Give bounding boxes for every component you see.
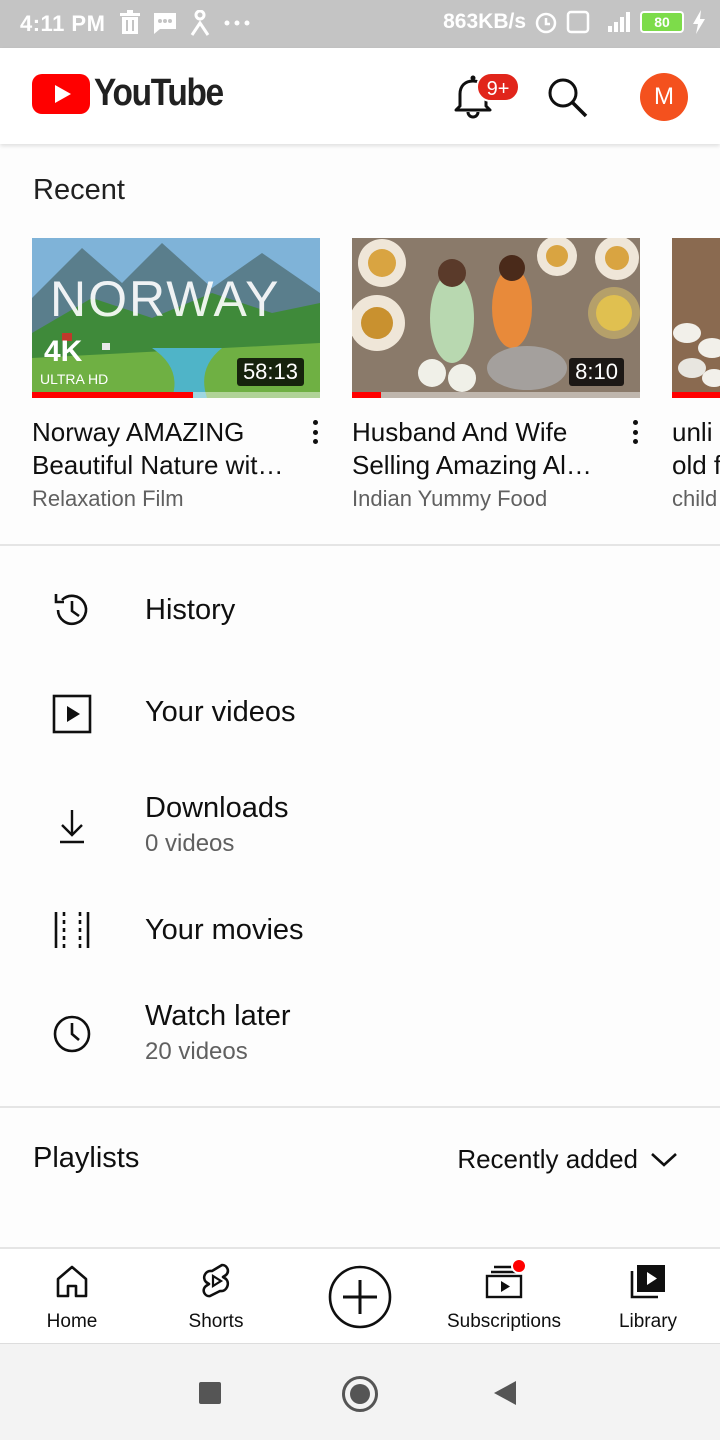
notification-badge: 9+	[476, 72, 520, 102]
recents-button[interactable]	[199, 1382, 221, 1404]
nav-label: Home	[46, 1311, 98, 1332]
library-item-label: Your movies	[145, 914, 304, 946]
search-icon[interactable]	[546, 76, 588, 118]
play-square-icon	[52, 694, 92, 734]
video-title-line2: Beautiful Nature wit…	[32, 450, 284, 480]
chevron-down-icon	[651, 1152, 677, 1167]
youtube-play-icon	[32, 73, 90, 114]
library-item-watch-later[interactable]: Watch later 20 videos	[0, 996, 720, 1076]
watch-progress-bar	[32, 392, 194, 398]
library-item-your-movies[interactable]: Your movies	[0, 890, 720, 970]
library-item-label: Your videos	[145, 696, 296, 728]
status-time: 4:11 PM	[20, 11, 106, 36]
thumbnail-uhd-label: ULTRA HD	[40, 371, 109, 387]
video-card[interactable]: unli old f child	[672, 238, 720, 512]
signal-icon	[608, 12, 630, 32]
library-item-sublabel: 0 videos	[145, 830, 235, 857]
video-title-line2: old f	[672, 450, 720, 480]
watch-progress-track	[352, 392, 640, 398]
library-item-label: History	[145, 594, 236, 626]
film-icon	[54, 912, 90, 948]
bottom-navigation: Home Shorts Subscriptions Library	[0, 1247, 720, 1343]
video-channel: Relaxation Film	[32, 486, 184, 511]
network-speed: 863KB/s	[443, 10, 526, 33]
home-button[interactable]	[342, 1376, 378, 1412]
video-title[interactable]: Husband And Wife Selling Amazing Al…	[352, 416, 612, 482]
video-thumbnail[interactable]: NORWAY 4K ULTRA HD 58:13	[32, 238, 320, 398]
nav-library[interactable]: Library	[576, 1249, 720, 1345]
account-avatar[interactable]: M	[640, 73, 688, 121]
playlists-sort-dropdown[interactable]: Recently added	[457, 1144, 678, 1175]
video-title-line1: Norway AMAZING	[32, 417, 245, 447]
accessibility-icon	[190, 10, 210, 36]
library-icon	[630, 1265, 665, 1299]
recent-videos-row[interactable]: NORWAY 4K ULTRA HD 58:13 Norway AMAZING …	[0, 238, 720, 518]
library-item-your-videos[interactable]: Your videos	[0, 672, 720, 752]
sort-label: Recently added	[457, 1144, 638, 1174]
playlists-title: Playlists	[33, 1142, 140, 1174]
thumbnail-title-text: NORWAY	[50, 271, 281, 327]
more-icon	[224, 20, 250, 26]
back-button[interactable]	[494, 1381, 516, 1405]
library-item-label: Watch later	[145, 1000, 291, 1032]
more-options-icon[interactable]	[310, 418, 320, 446]
video-card[interactable]: 8:10 Husband And Wife Selling Amazing Al…	[352, 238, 640, 512]
video-title[interactable]: unli old f	[672, 416, 720, 482]
section-divider	[0, 544, 720, 546]
app-header: YouTube 9+ M	[0, 48, 720, 144]
video-title-line1: Husband And Wife	[352, 417, 568, 447]
nav-home[interactable]: Home	[0, 1249, 144, 1345]
battery-indicator: 80	[640, 11, 684, 33]
video-duration: 58:13	[236, 358, 304, 386]
create-icon[interactable]	[327, 1264, 393, 1330]
video-title-line2: Selling Amazing Al…	[352, 450, 592, 480]
third-thumbnail-image	[672, 238, 720, 398]
video-duration: 8:10	[569, 358, 624, 386]
youtube-logo[interactable]: YouTube	[32, 72, 240, 115]
status-icons	[118, 10, 252, 36]
nav-label: Shorts	[188, 1311, 244, 1332]
video-channel: Indian Yummy Food	[352, 486, 548, 511]
video-title[interactable]: Norway AMAZING Beautiful Nature wit…	[32, 416, 292, 482]
status-bar: 4:11 PM 863KB/s 80	[0, 0, 720, 48]
shorts-icon	[202, 1263, 230, 1298]
nav-subscriptions[interactable]: Subscriptions	[432, 1249, 576, 1345]
library-item-history[interactable]: History	[0, 570, 720, 650]
recent-section-title: Recent	[33, 174, 125, 206]
video-channel: child	[672, 486, 718, 511]
nav-label: Library	[618, 1311, 678, 1332]
system-navigation-bar	[0, 1343, 720, 1440]
nav-shorts[interactable]: Shorts	[144, 1249, 288, 1345]
video-thumbnail[interactable]	[672, 238, 720, 398]
video-thumbnail[interactable]: 8:10	[352, 238, 640, 398]
history-icon	[54, 594, 88, 626]
library-item-sublabel: 20 videos	[145, 1038, 248, 1065]
more-options-icon[interactable]	[630, 418, 640, 446]
clock-icon	[53, 1015, 91, 1053]
watch-progress-bar	[352, 392, 381, 398]
video-title-line1: unli	[672, 417, 713, 447]
app-name: YouTube	[94, 72, 224, 114]
volte-icon	[566, 10, 590, 34]
library-item-downloads[interactable]: Downloads 0 videos	[0, 788, 720, 868]
download-icon	[60, 810, 84, 844]
home-icon	[56, 1265, 88, 1298]
alarm-icon	[535, 12, 557, 34]
watch-progress-bar	[672, 392, 720, 398]
message-icon	[154, 13, 176, 34]
video-card[interactable]: NORWAY 4K ULTRA HD 58:13 Norway AMAZING …	[32, 238, 320, 512]
library-item-label: Downloads	[145, 792, 289, 824]
status-right: 863KB/s 80	[443, 10, 706, 34]
new-content-dot	[511, 1258, 527, 1274]
nav-label: Subscriptions	[446, 1311, 562, 1332]
trash-icon	[120, 10, 140, 34]
section-divider	[0, 1106, 720, 1108]
charging-icon	[693, 10, 705, 34]
thumbnail-4k-badge: 4K	[44, 335, 83, 368]
